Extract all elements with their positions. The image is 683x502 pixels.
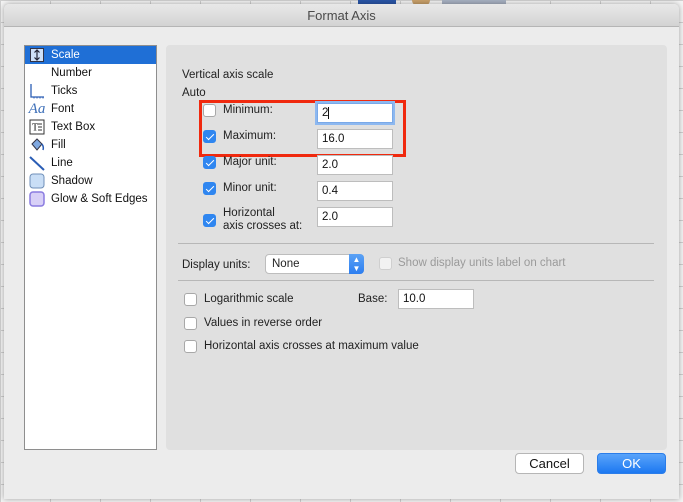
auto-label: Auto <box>182 87 206 99</box>
sidebar-item-ticks[interactable]: Ticks <box>25 82 156 100</box>
crosses-at-max-label: Horizontal axis crosses at maximum value <box>204 340 419 352</box>
base-input[interactable]: 10.0 <box>398 289 474 309</box>
sidebar-item-glow[interactable]: Glow & Soft Edges <box>25 190 156 208</box>
crosses-at-max-checkbox[interactable] <box>184 340 197 353</box>
text-caret <box>328 106 330 119</box>
display-units-select[interactable]: None ▲ ▼ <box>265 254 364 274</box>
section-title: Vertical axis scale <box>182 69 274 81</box>
stepper-chevrons-icon: ▲ ▼ <box>349 254 364 274</box>
text-box-icon: T <box>29 119 45 135</box>
horizontal-crosses-input[interactable]: 2.0 <box>317 207 393 227</box>
reverse-order-checkbox[interactable] <box>184 317 197 330</box>
sidebar-item-fill[interactable]: Fill <box>25 136 156 154</box>
horizontal-crosses-label-line1: Horizontal <box>223 207 275 219</box>
glow-icon <box>29 191 45 207</box>
category-list: Scale Number Ticks Aa Font T Text Box Fi… <box>24 45 157 450</box>
sidebar-item-label: Text Box <box>51 121 96 133</box>
display-units-label: Display units: <box>182 259 251 271</box>
font-icon: Aa <box>28 100 46 117</box>
minor-unit-label: Minor unit: <box>223 182 277 194</box>
minor-unit-input[interactable]: 0.4 <box>317 181 393 201</box>
sidebar-item-label: Font <box>51 103 75 115</box>
sidebar-item-label: Line <box>51 157 73 169</box>
minimum-auto-checkbox[interactable] <box>203 104 216 117</box>
divider <box>178 280 654 281</box>
sidebar-item-scale[interactable]: Scale <box>25 46 156 64</box>
major-unit-label: Major unit: <box>223 156 277 168</box>
fill-bucket-icon <box>29 137 45 153</box>
minimum-label: Minimum: <box>223 104 273 116</box>
sidebar-item-number[interactable]: Number <box>25 64 156 82</box>
cancel-button[interactable]: Cancel <box>515 453 584 474</box>
major-unit-input[interactable]: 2.0 <box>317 155 393 175</box>
sidebar-item-label: Ticks <box>51 85 78 97</box>
sidebar-item-label: Glow & Soft Edges <box>51 193 148 205</box>
reverse-order-label: Values in reverse order <box>204 317 323 329</box>
logarithmic-checkbox[interactable] <box>184 293 197 306</box>
divider <box>178 243 654 244</box>
dialog-title: Format Axis <box>4 4 679 27</box>
minimum-input[interactable]: 2 <box>317 103 393 123</box>
sidebar-item-label: Fill <box>51 139 66 151</box>
line-icon <box>29 155 45 171</box>
maximum-label: Maximum: <box>223 130 277 142</box>
minor-unit-auto-checkbox[interactable] <box>203 182 216 195</box>
horizontal-crosses-label-line2: axis crosses at: <box>223 220 303 232</box>
show-units-label-checkbox[interactable] <box>379 257 392 270</box>
logarithmic-label: Logarithmic scale <box>204 293 294 305</box>
blank-icon <box>29 65 45 81</box>
show-units-label-text: Show display units label on chart <box>398 257 566 269</box>
base-label: Base: <box>358 293 388 305</box>
ok-button[interactable]: OK <box>597 453 666 474</box>
sidebar-item-label: Scale <box>51 49 80 61</box>
scale-panel: Vertical axis scale Auto Minimum: 2 Maxi… <box>166 45 667 450</box>
format-axis-dialog: Format Axis Scale Number Ticks Aa Font T <box>4 4 679 499</box>
scale-icon <box>29 47 45 63</box>
svg-text:T: T <box>32 123 38 134</box>
major-unit-auto-checkbox[interactable] <box>203 156 216 169</box>
ticks-icon <box>29 83 45 99</box>
sidebar-item-shadow[interactable]: Shadow <box>25 172 156 190</box>
sidebar-item-text-box[interactable]: T Text Box <box>25 118 156 136</box>
display-units-value: None <box>272 258 300 270</box>
horizontal-crosses-auto-checkbox[interactable] <box>203 214 216 227</box>
sidebar-item-font[interactable]: Aa Font <box>25 100 156 118</box>
shadow-icon <box>29 173 45 189</box>
sidebar-item-label: Shadow <box>51 175 93 187</box>
sidebar-item-label: Number <box>51 67 92 79</box>
sidebar-item-line[interactable]: Line <box>25 154 156 172</box>
maximum-auto-checkbox[interactable] <box>203 130 216 143</box>
maximum-input[interactable]: 16.0 <box>317 129 393 149</box>
